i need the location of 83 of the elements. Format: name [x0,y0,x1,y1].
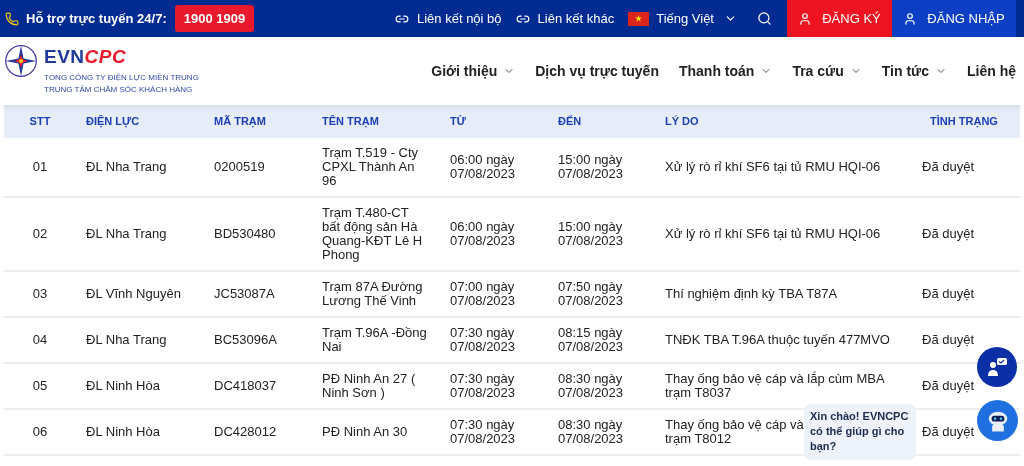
column-header: MÃ TRẠM [213,114,267,130]
table-cell: JC53087A [214,287,275,301]
table-cell: DC418037 [214,379,277,393]
table-cell: 02 [32,227,48,241]
table-cell-text: 08:15 ngày 07/08/2023 [558,326,625,354]
login-button[interactable]: ĐĂNG NHẬP [892,0,1016,37]
table-cell: 03 [32,287,48,301]
table-cell-text: 08:30 ngày 07/08/2023 [558,418,625,446]
table-cell: 04 [32,333,48,347]
support-agent-icon [985,355,1009,379]
table-cell: Đã duyệt [922,379,975,393]
table-cell-text: 07:30 ngày 07/08/2023 [450,326,517,354]
table-cell-text: PĐ Ninh An 27 ( Ninh Sơn ) [322,372,417,400]
table-cell: Đã duyệt [922,425,975,439]
column-header: TÌNH TRẠNG [929,114,999,130]
table-cell: Đã duyệt [922,333,975,347]
column-header: ĐIỆN LỰC [85,114,141,130]
company-name: TỔNG CÔNG TY ĐIỆN LỰC MIỀN TRUNG [44,72,199,84]
nav-item[interactable]: Thanh toán [678,60,755,82]
column-header: STT [28,114,52,130]
table-cell: Đã duyệt [922,287,975,301]
table-cell-text: Thay ống bảo vệ cáp và lắp cùm MBA trạm T8037 [665,372,886,400]
table-cell-text: 06:00 ngày 07/08/2023 [450,220,517,248]
language-selector[interactable]: Tiếng Việt [656,8,714,29]
header-link[interactable]: Liên kết nội bộ [417,8,502,29]
table-cell-text: 07:30 ngày 07/08/2023 [450,372,517,400]
column-header: ĐẾN [557,114,583,130]
vietnam-flag-icon [628,11,650,26]
phone-icon [5,11,19,26]
chat-bubble: Xin chào! EVNCPC có thể giúp gì cho bạn? [804,404,916,460]
column-header: LÝ DO [664,114,700,130]
table-cell: ĐL Nha Trang [86,333,167,347]
header-link[interactable]: Liên kết khác [537,8,615,29]
table-cell: ĐL Ninh Hòa [86,379,160,393]
star-logo-icon [4,44,38,78]
register-button[interactable]: ĐĂNG KÝ [787,0,892,37]
table-cell-text: Trạm T.519 - Cty CPXL Thành An 96 [322,146,420,188]
table-cell: TNĐK TBA T.96A thuộc tuyến 477MVO [665,333,890,347]
nav-item[interactable]: Tra cứu [792,60,844,82]
table-cell-text: 15:00 ngày 07/08/2023 [558,220,625,248]
table-cell-text: Trạm T.480-CT bất động sản Hà Quang-KĐT Lê H Phong [322,206,424,262]
table-cell: ĐL Nha Trang [86,160,167,174]
brand-name: EVN [44,47,85,66]
table-cell: PĐ Ninh An 30 [322,425,408,439]
chatbot-button[interactable] [977,400,1018,441]
table-cell-text: Trạm 87A Đường Lương Thế Vinh [322,280,424,308]
table-cell: Thí nghiệm định kỳ TBA T87A [665,287,838,301]
table-cell: Xử lý rò rỉ khí SF6 tại tủ RMU HQI-06 [665,227,881,241]
table-cell-text: 07:30 ngày 07/08/2023 [450,418,517,446]
nav-item[interactable]: Tin tức [881,60,929,82]
user-icon [798,11,813,26]
user-icon [903,11,918,26]
brand-name-suffix: CPC [84,47,127,66]
table-cell: 05 [32,379,48,393]
table-cell: Thay ống bảo vệ cáp và trạm T8012 [665,418,804,446]
nav-item[interactable]: Giới thiệu [431,60,498,82]
company-subtitle: TRUNG TÂM CHĂM SÓC KHÁCH HÀNG [44,84,194,96]
table-cell-text: Trạm T.96A -Đồng Nai [322,326,428,354]
table-cell: BC53096A [214,333,277,347]
hotline-number[interactable]: 1900 1909 [174,4,255,33]
table-cell: BD530480 [214,227,276,241]
support-chat-button[interactable] [977,347,1017,387]
table-cell-text: 06:00 ngày 07/08/2023 [450,153,517,181]
table-cell: DC428012 [214,425,277,439]
table-cell: ĐL Ninh Hòa [86,425,160,439]
table-cell: Đã duyệt [922,227,975,241]
table-cell-text: 07:00 ngày 07/08/2023 [450,280,517,308]
column-header: TỪ [449,114,467,130]
column-header: TÊN TRẠM [321,114,380,130]
table-cell: 0200519 [214,160,265,174]
search-icon[interactable] [757,11,772,26]
table-cell: 01 [32,160,48,174]
table-cell: Đã duyệt [922,160,975,174]
table-cell: Xử lý rò rỉ khí SF6 tại tủ RMU HQI-06 [665,160,881,174]
nav-item[interactable]: Liên hệ [967,60,1016,82]
table-cell: 06 [32,425,48,439]
table-cell-text: 15:00 ngày 07/08/2023 [558,153,625,181]
table-cell: ĐL Nha Trang [86,227,167,241]
table-cell-text: 07:50 ngày 07/08/2023 [558,280,625,308]
hotline-label: Hỗ trợ trực tuyến 24/7: [26,9,167,28]
nav-item[interactable]: Dịch vụ trực tuyến [535,60,659,82]
table-cell: ĐL Vĩnh Nguyên [86,287,181,301]
table-cell-text: 08:30 ngày 07/08/2023 [558,372,625,400]
